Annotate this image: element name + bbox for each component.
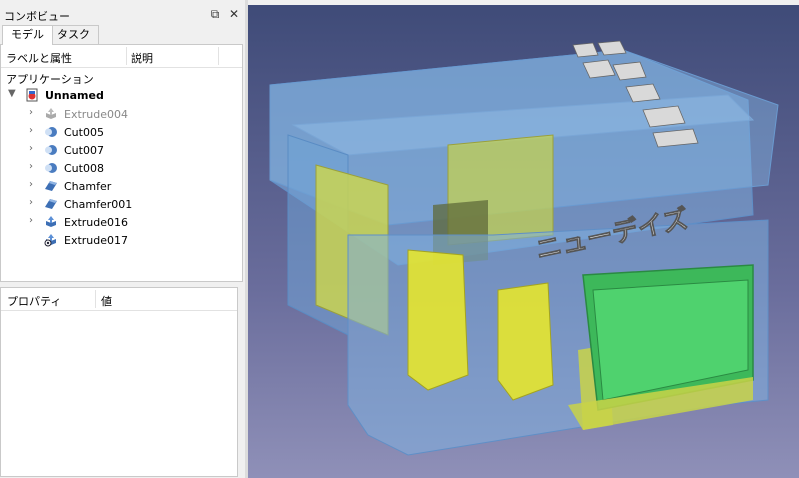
tree-header: ラベルと属性 説明 bbox=[1, 45, 242, 68]
tree-item-label: Extrude016 bbox=[64, 216, 129, 229]
cut-icon bbox=[45, 145, 57, 155]
expand-arrow-icon[interactable]: › bbox=[29, 197, 33, 208]
extrude-icon bbox=[46, 108, 56, 119]
chamfer-icon bbox=[45, 199, 57, 209]
3d-model: ニューデイズ bbox=[269, 40, 779, 456]
cut-icon bbox=[45, 127, 57, 137]
tree-item-label: Cut005 bbox=[64, 126, 104, 139]
tree-document-unnamed[interactable]: ▼ Unnamed bbox=[1, 86, 242, 104]
tree-item[interactable]: › Chamfer001 bbox=[1, 195, 242, 213]
tree-item[interactable]: › Cut005 bbox=[1, 123, 242, 141]
combo-view-panel: コンボビュー ⧉ ✕ モデル タスク ラベルと属性 説明 アプリケーション ▼ … bbox=[0, 0, 246, 478]
tree-item[interactable]: › Cut007 bbox=[1, 141, 242, 159]
tab-bar: モデル タスク bbox=[0, 25, 246, 45]
panel-titlebar: コンボビュー ⧉ ✕ bbox=[0, 5, 246, 25]
tab-task[interactable]: タスク bbox=[48, 25, 99, 45]
document-label: Unnamed bbox=[45, 89, 104, 102]
prop-col-value[interactable]: 値 bbox=[101, 293, 112, 309]
model-tree: ラベルと属性 説明 アプリケーション ▼ Unnamed › Extrude00… bbox=[0, 44, 243, 282]
property-header: プロパティ 値 bbox=[1, 288, 237, 311]
cut-icon bbox=[45, 163, 57, 173]
tree-item-label: Cut007 bbox=[64, 144, 104, 157]
tree-item-label: Chamfer001 bbox=[64, 198, 133, 211]
tree-item[interactable]: Extrude017 bbox=[1, 231, 242, 249]
collapse-arrow-icon[interactable]: ▼ bbox=[8, 88, 16, 99]
tree-item[interactable]: › Chamfer bbox=[1, 177, 242, 195]
section-label: アプリケーション bbox=[6, 73, 94, 86]
expand-arrow-icon[interactable]: › bbox=[29, 215, 33, 226]
chamfer-icon bbox=[45, 181, 57, 191]
tree-col-description[interactable]: 説明 bbox=[131, 50, 153, 66]
tree-item-label: Chamfer bbox=[64, 180, 112, 193]
panel-title: コンボビュー bbox=[4, 10, 70, 23]
tree-col-labels[interactable]: ラベルと属性 bbox=[6, 50, 72, 66]
close-panel-icon[interactable]: ✕ bbox=[227, 7, 241, 21]
connector-mid bbox=[497, 282, 554, 401]
connector-left bbox=[407, 249, 469, 391]
expand-arrow-icon[interactable]: › bbox=[29, 161, 33, 172]
tab-model[interactable]: モデル bbox=[2, 25, 53, 45]
expand-arrow-icon[interactable]: › bbox=[29, 179, 33, 190]
extrude-icon bbox=[46, 216, 56, 227]
tree-item-label: Extrude017 bbox=[64, 234, 129, 247]
extrude-visible-icon bbox=[44, 234, 56, 247]
tree-item-label: Extrude004 bbox=[64, 108, 129, 121]
prop-col-property[interactable]: プロパティ bbox=[7, 293, 61, 309]
document-icon bbox=[26, 88, 38, 102]
property-view: プロパティ 値 bbox=[0, 287, 238, 477]
tree-item[interactable]: › Extrude016 bbox=[1, 213, 242, 231]
tree-section-application[interactable]: アプリケーション bbox=[1, 68, 242, 86]
float-panel-icon[interactable]: ⧉ bbox=[208, 7, 222, 21]
expand-arrow-icon[interactable]: › bbox=[29, 107, 33, 118]
expand-arrow-icon[interactable]: › bbox=[29, 125, 33, 136]
3d-viewport[interactable]: ニューデイズ bbox=[248, 5, 799, 478]
tree-item[interactable]: › Cut008 bbox=[1, 159, 242, 177]
tree-item-label: Cut008 bbox=[64, 162, 104, 175]
tree-item[interactable]: › Extrude004 bbox=[1, 105, 242, 123]
expand-arrow-icon[interactable]: › bbox=[29, 143, 33, 154]
